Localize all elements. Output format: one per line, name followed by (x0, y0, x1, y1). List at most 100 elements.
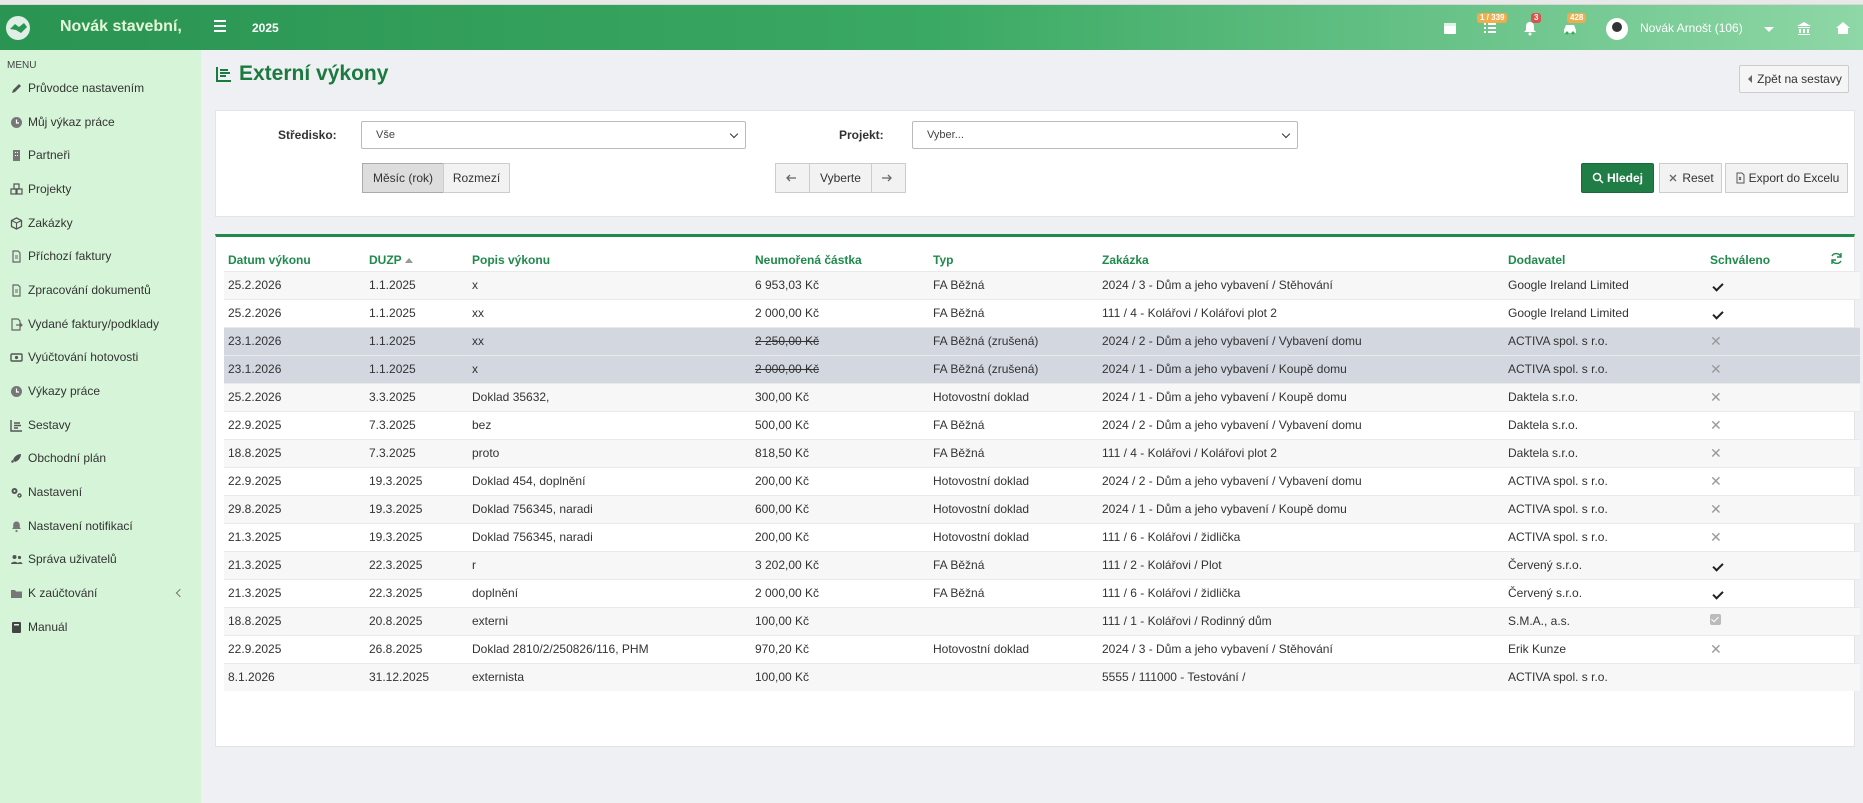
cell-duzp: 31.12.2025 (365, 662, 468, 691)
table-row[interactable]: 22.9.2025 19.3.2025 Doklad 454, doplnění 20… (224, 466, 1860, 495)
sidebar-item-2[interactable]: Partneři (0, 141, 201, 169)
sidebar-item-11[interactable]: Obchodní plán (0, 444, 201, 472)
cell-popis: Doklad 35632, (468, 382, 751, 411)
table-row[interactable]: 23.1.2026 1.1.2025 x 2 000,00 Kč FA Běžná (z… (224, 354, 1860, 383)
cross-icon: ✕ (1710, 388, 1722, 405)
cell-schvaleno (1706, 578, 1826, 607)
sidebar-item-15[interactable]: K zaúčtování (0, 579, 201, 607)
sidebar-item-1[interactable]: Můj výkaz práce (0, 108, 201, 136)
table-row[interactable]: 22.9.2025 26.8.2025 Doklad 2810/2/250826/1… (224, 634, 1860, 663)
table-row[interactable]: 18.8.2025 7.3.2025 proto 818,50 Kč FA Běžná 1… (224, 438, 1860, 467)
sidebar-item-16[interactable]: Manuál (0, 613, 201, 641)
cell-typ: FA Běžná (929, 578, 1098, 607)
sidebar-item-0[interactable]: Průvodce nastavením (0, 74, 201, 102)
user-dropdown-caret-icon[interactable] (1764, 27, 1774, 32)
col-duzp-header[interactable]: DUZP (365, 249, 468, 271)
sidebar-item-14[interactable]: Správa uživatelů (0, 545, 201, 573)
notifications-badge: 3 (1531, 13, 1542, 23)
year-selector[interactable]: 2025 (252, 21, 279, 35)
document-icon (12, 283, 21, 297)
cross-icon: ✕ (1710, 332, 1722, 349)
col-datum-header[interactable]: Datum výkonu (224, 249, 365, 271)
reset-button[interactable]: Reset (1659, 163, 1722, 193)
sidebar-item-9[interactable]: Výkazy práce (0, 377, 201, 405)
sidebar-item-4[interactable]: Zakázky (0, 209, 201, 237)
period-select-button[interactable]: Vyberte (809, 163, 872, 193)
chevron-left-icon[interactable] (175, 588, 185, 598)
bank-icon[interactable] (1795, 19, 1813, 37)
table-row[interactable]: 22.9.2025 7.3.2025 bez 500,00 Kč FA Běžná 202… (224, 410, 1860, 439)
table-row[interactable]: 21.3.2025 19.3.2025 Doklad 756345, naradi 2… (224, 522, 1860, 551)
sidebar-item-label: Nastavení (28, 485, 83, 499)
sidebar-item-5[interactable]: Příchozí faktury (0, 242, 201, 270)
page-title-text: Externí výkony (239, 62, 389, 85)
cell-dodavatel: ACTIVA spol. s r.o. (1504, 662, 1706, 691)
cell-datum: 25.2.2026 (224, 298, 365, 327)
sidebar-item-8[interactable]: Vyúčtování hotovosti (0, 343, 201, 371)
col-typ-header[interactable]: Typ (929, 249, 1098, 271)
cell-datum: 21.3.2025 (224, 578, 365, 607)
excel-file-icon (1736, 172, 1745, 184)
sidebar-item-10[interactable]: Sestavy (0, 411, 201, 439)
sidebar-item-6[interactable]: Zpracování dokumentů (0, 276, 201, 304)
cell-typ: FA Běžná (929, 270, 1098, 299)
cell-castka: 2 000,00 Kč (751, 354, 929, 383)
sidebar-item-label: Projekty (28, 182, 72, 196)
col-duzp-label: DUZP (369, 252, 402, 267)
cell-castka: 100,00 Kč (751, 662, 929, 691)
user-avatar[interactable] (1606, 18, 1628, 40)
cell-zakazka: 2024 / 2 - Dům a jeho vybavení / Vybaven… (1098, 326, 1504, 355)
sidebar-item-12[interactable]: Nastavení (0, 478, 201, 506)
sidebar-item-7[interactable]: Vydané faktury/podklady (0, 310, 201, 338)
table-row[interactable]: 21.3.2025 22.3.2025 r 3 202,00 Kč FA Běžná 11… (224, 550, 1860, 579)
cell-datum: 8.1.2026 (224, 662, 365, 691)
calendar-icon[interactable] (1441, 19, 1459, 37)
cell-castka: 100,00 Kč (751, 606, 929, 635)
table-row[interactable]: 29.8.2025 19.3.2025 Doklad 756345, naradi 6… (224, 494, 1860, 523)
mode-range-button[interactable]: Rozmezí (443, 163, 510, 193)
table-row[interactable]: 18.8.2025 20.8.2025 externi 100,00 Kč 111 / … (224, 606, 1860, 635)
projekt-select[interactable]: Vyber... (912, 121, 1298, 149)
cars-badge: 428 (1567, 13, 1587, 23)
next-period-button[interactable] (871, 163, 906, 193)
user-name[interactable]: Novák Arnošt (106) (1640, 21, 1743, 35)
cell-datum: 21.3.2025 (224, 522, 365, 551)
cell-datum: 22.9.2025 (224, 466, 365, 495)
search-button[interactable]: Hledej (1581, 163, 1654, 193)
hamburger-menu-icon[interactable] (214, 20, 226, 32)
table-row[interactable]: 25.2.2026 1.1.2025 xx 2 000,00 Kč FA Běžná 11… (224, 298, 1860, 327)
stredisko-select[interactable]: Vše (361, 121, 746, 149)
cell-typ: Hotovostní doklad (929, 522, 1098, 551)
table-row[interactable]: 21.3.2025 22.3.2025 doplnění 2 000,00 Kč FA … (224, 578, 1860, 607)
col-popis-header[interactable]: Popis výkonu (468, 249, 751, 271)
table-row[interactable]: 25.2.2026 3.3.2025 Doklad 35632, 300,00 Kč H… (224, 382, 1860, 411)
brand-name[interactable]: Novák stavební, (60, 18, 182, 36)
cell-typ: FA Běžná (929, 550, 1098, 579)
sidebar-item-13[interactable]: Nastavení notifikací (0, 512, 201, 540)
cell-schvaleno: ✕ (1706, 410, 1826, 439)
cube-icon (10, 216, 23, 230)
refresh-icon[interactable] (1830, 252, 1843, 265)
refresh-header[interactable] (1826, 249, 1860, 271)
sidebar-item-3[interactable]: Projekty (0, 175, 201, 203)
mode-month-button[interactable]: Měsíc (rok) (362, 163, 444, 193)
cell-zakazka: 2024 / 3 - Dům a jeho vybavení / Stěhová… (1098, 270, 1504, 299)
prev-period-button[interactable] (775, 163, 810, 193)
col-castka-header[interactable]: Neumořená částka (751, 249, 929, 271)
col-schvaleno-header[interactable]: Schváleno (1706, 249, 1826, 271)
home-icon[interactable] (1834, 19, 1852, 37)
col-dodavatel-header[interactable]: Dodavatel (1504, 249, 1706, 271)
cell-zakazka: 111 / 6 - Kolářovi / židlička (1098, 578, 1504, 607)
back-to-reports-button[interactable]: Zpět na sestavy (1739, 65, 1849, 93)
export-excel-button[interactable]: Export do Excelu (1725, 163, 1848, 193)
cell-schvaleno (1706, 270, 1826, 299)
col-zakazka-header[interactable]: Zakázka (1098, 249, 1504, 271)
export-icon (11, 317, 23, 331)
cell-datum: 21.3.2025 (224, 550, 365, 579)
table-row[interactable]: 8.1.2026 31.12.2025 externista 100,00 Kč 555… (224, 662, 1860, 691)
cell-duzp: 19.3.2025 (365, 466, 468, 495)
cell-spacer (1826, 662, 1860, 691)
table-row[interactable]: 25.2.2026 1.1.2025 x 6 953,03 Kč FA Běžná 202… (224, 270, 1860, 299)
table-row[interactable]: 23.1.2026 1.1.2025 xx 2 250,00 Kč FA Běžná (… (224, 326, 1860, 355)
sidebar-item-label: Příchozí faktury (28, 249, 112, 263)
